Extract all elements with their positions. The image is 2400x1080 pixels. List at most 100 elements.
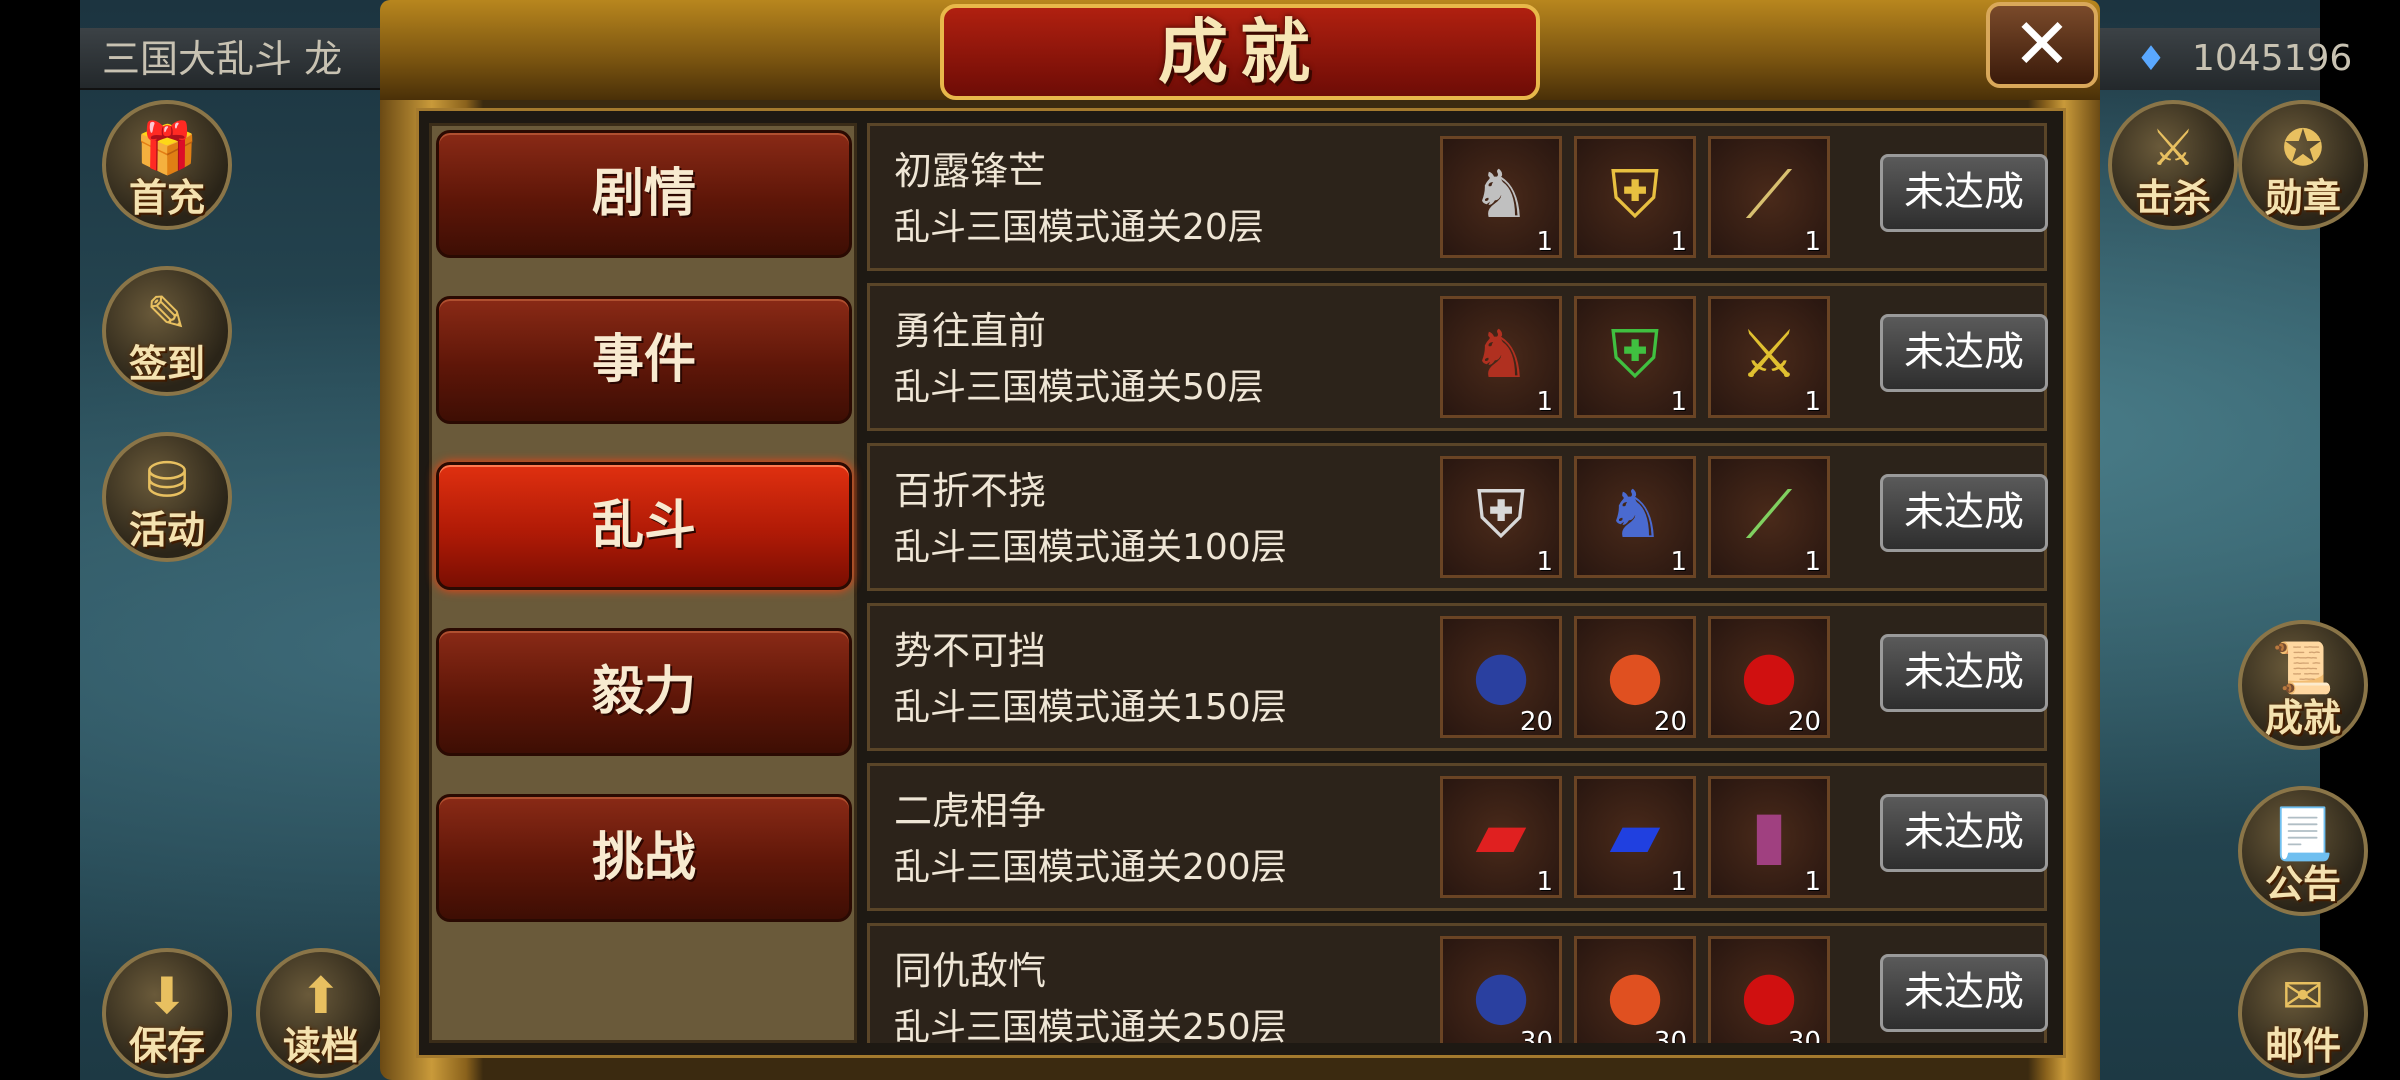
reward-slot[interactable]: ⟋ 1 xyxy=(1708,456,1830,578)
status-button[interactable]: 未达成 xyxy=(1880,634,2048,712)
orange-fruit-icon: ● xyxy=(1606,956,1664,1033)
sign-in-label: 签到 xyxy=(128,342,205,386)
tab-brawl[interactable]: 乱斗 xyxy=(436,462,852,590)
achievement-list[interactable]: 初露锋芒 乱斗三国模式通关20层 ♞ 1 ⛨ 1 ⟋ 1 未达成 勇往直前 乱斗三国模… xyxy=(867,123,2057,1043)
achievement-button[interactable]: 📜 成就 xyxy=(2238,620,2368,750)
achievement-name: 勇往直前 xyxy=(894,309,1047,353)
red-book-icon: ▰ xyxy=(1475,796,1527,873)
red-fruit-icon: ● xyxy=(1740,956,1798,1033)
status-button[interactable]: 未达成 xyxy=(1880,794,2048,872)
red-fruit-icon: ● xyxy=(1740,636,1798,713)
achievement-row: 初露锋芒 乱斗三国模式通关20层 ♞ 1 ⛨ 1 ⟋ 1 未达成 xyxy=(867,123,2048,271)
save-label: 保存 xyxy=(128,1024,205,1068)
reward-count: 1 xyxy=(1804,387,1821,417)
game-title-bar: 三国大乱斗 龙 xyxy=(80,28,380,90)
reward-count: 1 xyxy=(1670,867,1687,897)
reward-count: 1 xyxy=(1670,227,1687,257)
reward-slot[interactable]: ● 30 xyxy=(1708,936,1830,1043)
dark-warrior-icon: ♞ xyxy=(1471,316,1531,393)
activity-label: 活动 xyxy=(128,508,205,552)
achievement-desc: 乱斗三国模式通关20层 xyxy=(894,207,1264,248)
reward-count: 20 xyxy=(1519,707,1553,737)
status-button[interactable]: 未达成 xyxy=(1880,154,2048,232)
reward-slot[interactable]: ⚔ 1 xyxy=(1708,296,1830,418)
reward-count: 30 xyxy=(1787,1027,1821,1043)
tab-event[interactable]: 事件 xyxy=(436,296,852,424)
reward-slot[interactable]: ● 30 xyxy=(1574,936,1696,1043)
tab-event-label: 事件 xyxy=(591,330,696,390)
medal-label: 勋章 xyxy=(2264,176,2341,220)
golden-blade-icon: ⚔ xyxy=(1739,316,1799,393)
mail-label: 邮件 xyxy=(2264,1024,2341,1068)
reward-count: 1 xyxy=(1804,867,1821,897)
reward-count: 1 xyxy=(1536,867,1553,897)
reward-slot[interactable]: ▰ 1 xyxy=(1574,776,1696,898)
reward-count: 1 xyxy=(1804,227,1821,257)
reward-count: 30 xyxy=(1519,1027,1553,1043)
load-label: 读档 xyxy=(282,1024,359,1068)
tab-story[interactable]: 剧情 xyxy=(436,130,852,258)
sign-in-button[interactable]: ✎ 签到 xyxy=(102,266,232,396)
save-button[interactable]: ⬇ 保存 xyxy=(102,948,232,1078)
achievement-name: 初露锋芒 xyxy=(894,149,1047,193)
mail-button[interactable]: ✉ 邮件 xyxy=(2238,948,2368,1078)
achievement-name: 百折不挠 xyxy=(894,469,1047,513)
dialog-body: 剧情 事件 乱斗 毅力 挑战 初露锋芒 乱斗三国模式通关20层 ♞ 1 ⛨ 1 ⟋ 1… xyxy=(416,108,2066,1058)
green-armor-icon: ⛨ xyxy=(1610,316,1660,393)
tab-brawl-label: 乱斗 xyxy=(591,496,696,556)
reward-count: 1 xyxy=(1536,547,1553,577)
achievement-desc: 乱斗三国模式通关50层 xyxy=(894,367,1264,408)
achievement-name: 同仇敌忾 xyxy=(894,949,1047,993)
blue-fruit-icon: ● xyxy=(1472,636,1530,713)
gold-armor-icon: ⛨ xyxy=(1610,156,1660,233)
achievement-desc: 乱斗三国模式通关150层 xyxy=(894,687,1287,728)
reward-count: 1 xyxy=(1536,227,1553,257)
reward-count: 1 xyxy=(1536,387,1553,417)
purple-book-icon: ▮ xyxy=(1750,796,1788,873)
tab-perseverance-label: 毅力 xyxy=(591,662,696,722)
currency-value: 1045196 xyxy=(2192,38,2353,79)
kill-button[interactable]: ⚔ 击杀 xyxy=(2108,100,2238,230)
achievement-desc: 乱斗三国模式通关100层 xyxy=(894,527,1287,568)
achievement-dialog: 成就 ✕ 剧情 事件 乱斗 毅力 挑战 初露锋芒 乱斗三国模式通关20层 ♞ 1 … xyxy=(380,0,2100,1080)
orange-fruit-icon: ● xyxy=(1606,636,1664,713)
silver-armor-icon: ⛨ xyxy=(1476,476,1526,553)
reward-slot[interactable]: ● 20 xyxy=(1440,616,1562,738)
close-button[interactable]: ✕ xyxy=(1986,2,2098,88)
achievement-name: 势不可挡 xyxy=(894,629,1047,673)
reward-slot[interactable]: ♞ 1 xyxy=(1440,296,1562,418)
jade-sword-icon: ⟋ xyxy=(1745,476,1793,553)
achievement-row: 二虎相争 乱斗三国模式通关200层 ▰ 1 ▰ 1 ▮ 1 未达成 xyxy=(867,763,2048,911)
status-button[interactable]: 未达成 xyxy=(1880,954,2048,1032)
reward-slot[interactable]: ⛨ 1 xyxy=(1574,296,1696,418)
reward-slot[interactable]: ♞ 1 xyxy=(1574,456,1696,578)
reward-slot[interactable]: ▮ 1 xyxy=(1708,776,1830,898)
reward-slot[interactable]: ⛨ 1 xyxy=(1574,136,1696,258)
announcement-label: 公告 xyxy=(2264,862,2341,906)
reward-count: 1 xyxy=(1670,547,1687,577)
first-recharge-label: 首充 xyxy=(128,176,205,220)
reward-slot[interactable]: ● 30 xyxy=(1440,936,1562,1043)
reward-slot[interactable]: ♞ 1 xyxy=(1440,136,1562,258)
reward-slot[interactable]: ⟋ 1 xyxy=(1708,136,1830,258)
tab-challenge[interactable]: 挑战 xyxy=(436,794,852,922)
reward-slot[interactable]: ● 20 xyxy=(1574,616,1696,738)
reward-slot[interactable]: ⛨ 1 xyxy=(1440,456,1562,578)
reward-slot[interactable]: ● 20 xyxy=(1708,616,1830,738)
dialog-title: 成就 xyxy=(1158,11,1322,93)
achievement-name: 二虎相争 xyxy=(894,789,1047,833)
tab-perseverance[interactable]: 毅力 xyxy=(436,628,852,756)
armored-warrior-icon: ♞ xyxy=(1471,156,1531,233)
medal-button[interactable]: ✪ 勋章 xyxy=(2238,100,2368,230)
first-recharge-button[interactable]: 🎁 首充 xyxy=(102,100,232,230)
load-button[interactable]: ⬆ 读档 xyxy=(256,948,386,1078)
achievement-row: 势不可挡 乱斗三国模式通关150层 ● 20 ● 20 ● 20 未达成 xyxy=(867,603,2048,751)
activity-button[interactable]: ⛁ 活动 xyxy=(102,432,232,562)
status-button[interactable]: 未达成 xyxy=(1880,314,2048,392)
announcement-button[interactable]: 📃 公告 xyxy=(2238,786,2368,916)
spear-weapon-icon: ⟋ xyxy=(1745,156,1793,233)
tab-challenge-label: 挑战 xyxy=(591,828,696,888)
reward-count: 1 xyxy=(1670,387,1687,417)
status-button[interactable]: 未达成 xyxy=(1880,474,2048,552)
reward-slot[interactable]: ▰ 1 xyxy=(1440,776,1562,898)
